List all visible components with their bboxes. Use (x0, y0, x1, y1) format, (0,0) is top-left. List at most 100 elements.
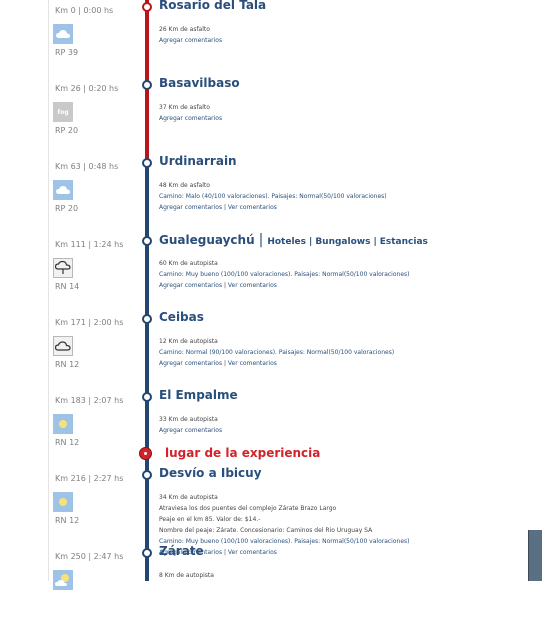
detail-line: Camino: Malo (40/100 valoraciones). Pais… (159, 191, 387, 202)
location-pin-icon[interactable] (139, 447, 152, 460)
detail-text: Atraviesa los dos puentes del complejo Z… (159, 505, 337, 512)
detail-text: 26 Km de asfalto (159, 26, 210, 33)
stop-details: 8 Km de autopista (159, 570, 214, 581)
stop-name-row: Rosario del Tala (159, 0, 266, 12)
stop-name-row: Basavilbaso (159, 76, 240, 90)
road-code: RN 14 (55, 282, 80, 291)
detail-text: Nombre del peaje: Zárate. Concesionario:… (159, 527, 373, 534)
detail-link[interactable]: Camino: Malo (40/100 valoraciones). Pais… (159, 193, 387, 200)
detail-line: Camino: Muy bueno (100/100 valoraciones)… (159, 269, 409, 280)
detail-text: 37 Km de asfalto (159, 104, 210, 111)
separator: | (373, 237, 377, 247)
stop-name-row: Zárate (159, 544, 204, 558)
stop-km-time: Km 183 | 2:07 hs (55, 396, 124, 405)
detail-text: 8 Km de autopista (159, 572, 214, 579)
route-stop: Km 26 | 0:20 hs fog RP 20 Basavilbaso 37 Km … (0, 76, 542, 156)
stop-name-link[interactable]: Gualeguaychú (159, 233, 255, 247)
route-stop: Km 63 | 0:48 hs RP 20 Urdinarrain 48 Km de … (0, 154, 542, 234)
detail-line: Agregar comentarios (159, 425, 222, 436)
detail-link[interactable]: Ver comentarios (228, 204, 277, 211)
stop-name-link[interactable]: Rosario del Tala (159, 0, 266, 12)
weather-rain-icon (53, 258, 73, 278)
lodging-link[interactable]: Bungalows (315, 237, 370, 247)
detail-link[interactable]: Agregar comentarios (159, 37, 222, 44)
stop-km-time: Km 111 | 1:24 hs (55, 240, 124, 249)
detail-link[interactable]: Ver comentarios (228, 282, 277, 289)
stop-marker (142, 470, 152, 480)
separator: | (258, 232, 264, 248)
stop-name-link[interactable]: El Empalme (159, 388, 238, 402)
weather-sunny-icon (53, 492, 73, 512)
weather-cloudy-icon (53, 24, 73, 44)
detail-link[interactable]: Agregar comentarios (159, 282, 222, 289)
route-stop: Km 171 | 2:00 hs RN 12 Ceibas 12 Km de auto… (0, 310, 542, 390)
detail-text: 60 Km de autopista (159, 260, 218, 267)
experience-label: lugar de la experiencia (165, 446, 321, 460)
detail-link[interactable]: Agregar comentarios (159, 427, 222, 434)
road-code: RN 12 (55, 360, 80, 369)
stop-name-row: Ceibas (159, 310, 204, 324)
detail-text: 48 Km de asfalto (159, 182, 210, 189)
detail-line: 8 Km de autopista (159, 570, 214, 581)
detail-line: 33 Km de autopista (159, 414, 222, 425)
stop-km-time: Km 250 | 2:47 hs (55, 552, 124, 561)
road-code: RP 39 (55, 48, 79, 57)
stop-km-time: Km 63 | 0:48 hs (55, 162, 119, 171)
detail-text: Peaje en el km 85. Valor de: $14.- (159, 516, 261, 523)
detail-line: Agregar comentarios (159, 113, 222, 124)
route-stop: Km 250 | 2:47 hs Zárate 8 Km de autopista (0, 544, 542, 624)
corner-thumbnail[interactable] (528, 530, 542, 581)
lodging-link[interactable]: Hoteles (267, 237, 306, 247)
detail-link[interactable]: Agregar comentarios (159, 204, 222, 211)
stop-details: 12 Km de autopista Camino: Normal (90/100… (159, 336, 394, 369)
stop-km-time: Km 26 | 0:20 hs (55, 84, 119, 93)
detail-line: Atraviesa los dos puentes del complejo Z… (159, 503, 409, 514)
detail-line: Agregar comentarios | Ver comentarios (159, 202, 387, 213)
detail-line: Agregar comentarios | Ver comentarios (159, 358, 394, 369)
route-stop: Km 0 | 0:00 hs RP 39 Rosario del Tala 26 Km… (0, 0, 542, 78)
stop-details: 37 Km de asfalto Agregar comentarios (159, 102, 222, 124)
weather-fog-icon: fog (53, 102, 73, 122)
detail-text: 33 Km de autopista (159, 416, 218, 423)
detail-link[interactable]: Agregar comentarios (159, 115, 222, 122)
weather-cloudy-icon (53, 180, 73, 200)
stop-marker (142, 548, 152, 558)
detail-line: Agregar comentarios | Ver comentarios (159, 280, 409, 291)
weather-partly-cloudy-icon (53, 570, 73, 590)
weather-sunny-icon (53, 414, 73, 434)
stop-km-time: Km 171 | 2:00 hs (55, 318, 124, 327)
stop-name-row: Desvío a Ibicuy (159, 466, 262, 480)
lodging-link[interactable]: Estancias (380, 237, 428, 247)
detail-link[interactable]: Camino: Normal (90/100 valoraciones). Pa… (159, 349, 394, 356)
stop-marker (142, 392, 152, 402)
road-code: RN 12 (55, 516, 80, 525)
stop-name-link[interactable]: Urdinarrain (159, 154, 237, 168)
detail-link[interactable]: Camino: Muy bueno (100/100 valoraciones)… (159, 271, 409, 278)
detail-line: Peaje en el km 85. Valor de: $14.- (159, 514, 409, 525)
detail-line: 37 Km de asfalto (159, 102, 222, 113)
experience-marker-row: lugar de la experiencia (0, 445, 542, 463)
stop-name-link[interactable]: Basavilbaso (159, 76, 240, 90)
detail-link[interactable]: Agregar comentarios (159, 360, 222, 367)
weather-cloud-outline-icon (53, 336, 73, 356)
route-stop: Km 216 | 2:27 hs RN 12 Desvío a Ibicuy 34 K… (0, 466, 542, 556)
stop-marker (142, 80, 152, 90)
road-code: RP 20 (55, 204, 79, 213)
detail-line: 12 Km de autopista (159, 336, 394, 347)
stop-name-link[interactable]: Zárate (159, 544, 204, 558)
detail-link[interactable]: Ver comentarios (228, 360, 277, 367)
detail-line: 26 Km de asfalto (159, 24, 222, 35)
route-stop: Km 111 | 1:24 hs RN 14 Gualeguaychú | Hotele… (0, 232, 542, 312)
stop-km-time: Km 0 | 0:00 hs (55, 6, 114, 15)
detail-text: 12 Km de autopista (159, 338, 218, 345)
weather-fog-label: fog (57, 108, 69, 116)
separator: | (309, 237, 313, 247)
road-code: RP 20 (55, 126, 79, 135)
stop-name-link[interactable]: Desvío a Ibicuy (159, 466, 262, 480)
stop-name-row: Gualeguaychú | Hoteles | Bungalows | Estancias (159, 232, 428, 248)
detail-line: 48 Km de asfalto (159, 180, 387, 191)
stop-name-link[interactable]: Ceibas (159, 310, 204, 324)
detail-line: Camino: Normal (90/100 valoraciones). Pa… (159, 347, 394, 358)
stop-marker (142, 158, 152, 168)
stop-marker (142, 314, 152, 324)
